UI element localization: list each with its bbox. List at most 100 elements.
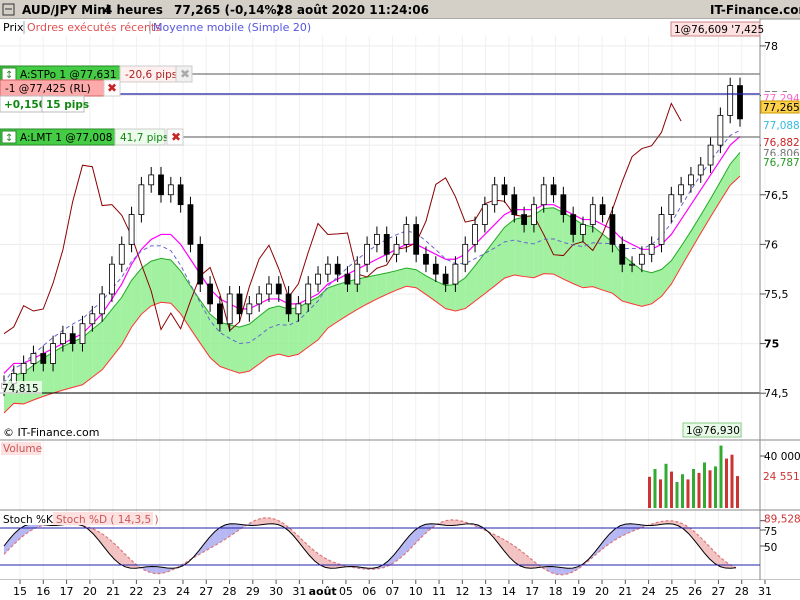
candle-body (99, 293, 106, 315)
candle-body (246, 303, 253, 315)
stoch-d-label[interactable]: Stoch %D ( 14,3,5 ) (56, 514, 159, 526)
candle-body (79, 323, 86, 344)
time-tick-label: 28 (223, 585, 237, 598)
candle-body (364, 243, 370, 265)
volume-bar (659, 479, 662, 508)
candle-body (589, 204, 596, 225)
candle-body (354, 263, 361, 285)
candle-body (491, 184, 498, 206)
cloud-segment (543, 207, 554, 275)
time-tick-label: 24 (176, 585, 190, 598)
candle-body (334, 263, 341, 275)
stoch-tick-label: 89,528 (764, 514, 800, 526)
candle-body (118, 243, 125, 265)
candle-body (423, 253, 429, 265)
time-tick-label: 21 (106, 585, 120, 598)
candle-body (452, 263, 459, 285)
candle-body (344, 273, 351, 285)
legend-ma[interactable]: Moyenne mobile (Simple 20) (153, 21, 311, 34)
volume-bar (725, 458, 728, 508)
candle-body (295, 303, 302, 315)
time-tick-label: 27 (711, 585, 725, 598)
price-tick-label: 78 (764, 40, 778, 53)
legend-price[interactable]: Prix (3, 21, 24, 34)
candle-body (560, 194, 567, 215)
cloud-segment (249, 316, 260, 372)
low-level-label: 74,815 (2, 383, 39, 395)
candle-body (570, 214, 577, 235)
candle-body (315, 273, 321, 285)
volume-label[interactable]: Volume (3, 443, 42, 455)
time-tick-label: 10 (409, 585, 423, 598)
cloud-segment (268, 305, 279, 357)
candle-body (226, 293, 233, 325)
candle-body (167, 184, 174, 196)
volume-bar (692, 469, 695, 508)
time-tick-label: 11 (432, 585, 446, 598)
chart-svg: 89,5287550 40 00024 551 7877,57776,57675… (0, 0, 800, 600)
time-tick-label: 17 (60, 585, 74, 598)
candle-body (678, 184, 685, 196)
candle-body (324, 263, 331, 275)
candle-body (374, 234, 380, 245)
time-tick-label: 12 (455, 585, 469, 598)
candle-body (20, 363, 27, 374)
position-pips: 15 pips (46, 99, 89, 111)
stoch-tick-label: 50 (764, 542, 777, 554)
time-tick-label: 24 (642, 585, 656, 598)
candle-body (432, 263, 439, 275)
volume-bar (703, 462, 706, 508)
candle-body (521, 214, 528, 225)
position-pnl: +0,150 (4, 99, 46, 111)
cloud-segment (239, 324, 250, 374)
top-order-tag-text: 1@76,609 '7,425 (674, 24, 764, 36)
candle-body (619, 243, 626, 265)
close-icon[interactable]: ✖ (180, 67, 190, 81)
time-tick-label: 06 (362, 585, 376, 598)
candle-body (540, 184, 547, 206)
stoch-tick-label: 75 (764, 526, 777, 538)
timestamp: 28 août 2020 11:24:06 (276, 3, 429, 17)
legend-orders[interactable]: Ordres exécutés récents (27, 21, 161, 34)
candle-body (737, 85, 743, 120)
candle-body (138, 184, 145, 215)
cloud-segment (641, 270, 652, 307)
time-tick-label: 13 (479, 585, 493, 598)
instrument-name: AUD/JPY Mini (22, 3, 110, 17)
copyright: © IT-Finance.com (3, 426, 100, 439)
close-icon[interactable]: ✖ (171, 130, 181, 144)
candle-body (531, 204, 537, 225)
cloud-segment (504, 219, 515, 279)
drag-handle-icon[interactable]: ↕ (5, 133, 13, 144)
price-badge-label: 77,088 (763, 120, 800, 132)
cloud-segment (327, 284, 338, 329)
cloud-segment (161, 258, 171, 304)
candle-body (305, 283, 312, 305)
limit-order-box[interactable]: ↕ A:LMT 1 @77,008 41,7 pips ✖ (0, 128, 184, 146)
candle-body (216, 303, 223, 325)
timeframe: 4 heures (104, 3, 163, 17)
stoch-fill (151, 566, 157, 574)
candle-body (413, 224, 420, 255)
candle-body (177, 184, 184, 206)
candle-body (599, 204, 606, 215)
stoch-fill (451, 519, 457, 526)
candle-body (236, 293, 243, 315)
time-tick-label: 30 (269, 585, 283, 598)
cloud-segment (72, 337, 83, 388)
cloud-segment (92, 321, 103, 378)
stoch-k-label[interactable]: Stoch %K (3, 514, 54, 526)
cloud-segment (406, 267, 417, 288)
candle-body (442, 273, 449, 285)
candle-body (403, 224, 410, 245)
candle-body (109, 263, 115, 295)
time-tick-label: 20 (83, 585, 97, 598)
time-tick-label: 07 (386, 585, 400, 598)
cloud-segment (553, 207, 564, 280)
close-icon[interactable]: ✖ (107, 81, 117, 95)
stop-order-pips: -20,6 pips (125, 69, 177, 81)
position-label: -1 @77,425 (RL) (5, 83, 91, 95)
time-tick-label: 29 (246, 585, 260, 598)
volume-bar (675, 482, 679, 508)
drag-handle-icon[interactable]: ↕ (5, 70, 13, 81)
